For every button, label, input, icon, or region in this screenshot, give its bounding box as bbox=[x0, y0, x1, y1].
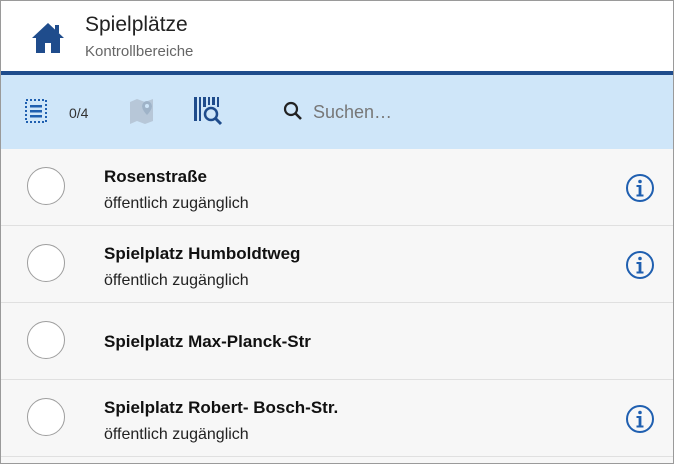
item-status: öffentlich zugänglich bbox=[104, 195, 249, 212]
playground-list: Rosenstraße öffentlich zugänglich Spielp… bbox=[1, 149, 673, 457]
info-icon[interactable] bbox=[625, 173, 655, 203]
select-radio[interactable] bbox=[27, 321, 65, 359]
select-radio[interactable] bbox=[27, 167, 65, 205]
item-name: Spielplatz Max-Planck-Str bbox=[104, 332, 311, 351]
app-window: Spielplätze Kontrollbereiche 0/4 Suchen…… bbox=[0, 0, 674, 464]
app-header: Spielplätze Kontrollbereiche bbox=[1, 1, 673, 75]
barcode-scan-icon[interactable] bbox=[193, 95, 223, 127]
selection-counter: 0/4 bbox=[69, 105, 89, 121]
info-icon[interactable] bbox=[625, 404, 655, 434]
select-radio[interactable] bbox=[27, 244, 65, 282]
item-status: öffentlich zugänglich bbox=[104, 426, 249, 443]
page-title: Spielplätze bbox=[85, 13, 188, 36]
item-name: Spielplatz Humboldtweg bbox=[104, 244, 301, 263]
list-item[interactable]: Spielplatz Humboldtweg öffentlich zugäng… bbox=[1, 226, 673, 303]
select-radio[interactable] bbox=[27, 398, 65, 436]
list-item[interactable]: Spielplatz Max-Planck-Str bbox=[1, 303, 673, 380]
toolbar: 0/4 bbox=[1, 75, 673, 149]
list-item[interactable]: Rosenstraße öffentlich zugänglich bbox=[1, 149, 673, 226]
search-icon bbox=[283, 101, 302, 120]
search-input[interactable] bbox=[313, 99, 613, 125]
list-item[interactable]: Spielplatz Robert- Bosch-Str. öffentlich… bbox=[1, 380, 673, 457]
item-name: Rosenstraße bbox=[104, 167, 207, 186]
list-select-icon[interactable] bbox=[25, 99, 47, 123]
item-status: öffentlich zugänglich bbox=[104, 272, 249, 289]
map-marker-icon[interactable] bbox=[129, 97, 155, 125]
home-icon[interactable] bbox=[31, 21, 65, 55]
page-subtitle: Kontrollbereiche bbox=[85, 43, 194, 60]
info-icon[interactable] bbox=[625, 250, 655, 280]
item-name: Spielplatz Robert- Bosch-Str. bbox=[104, 398, 339, 417]
